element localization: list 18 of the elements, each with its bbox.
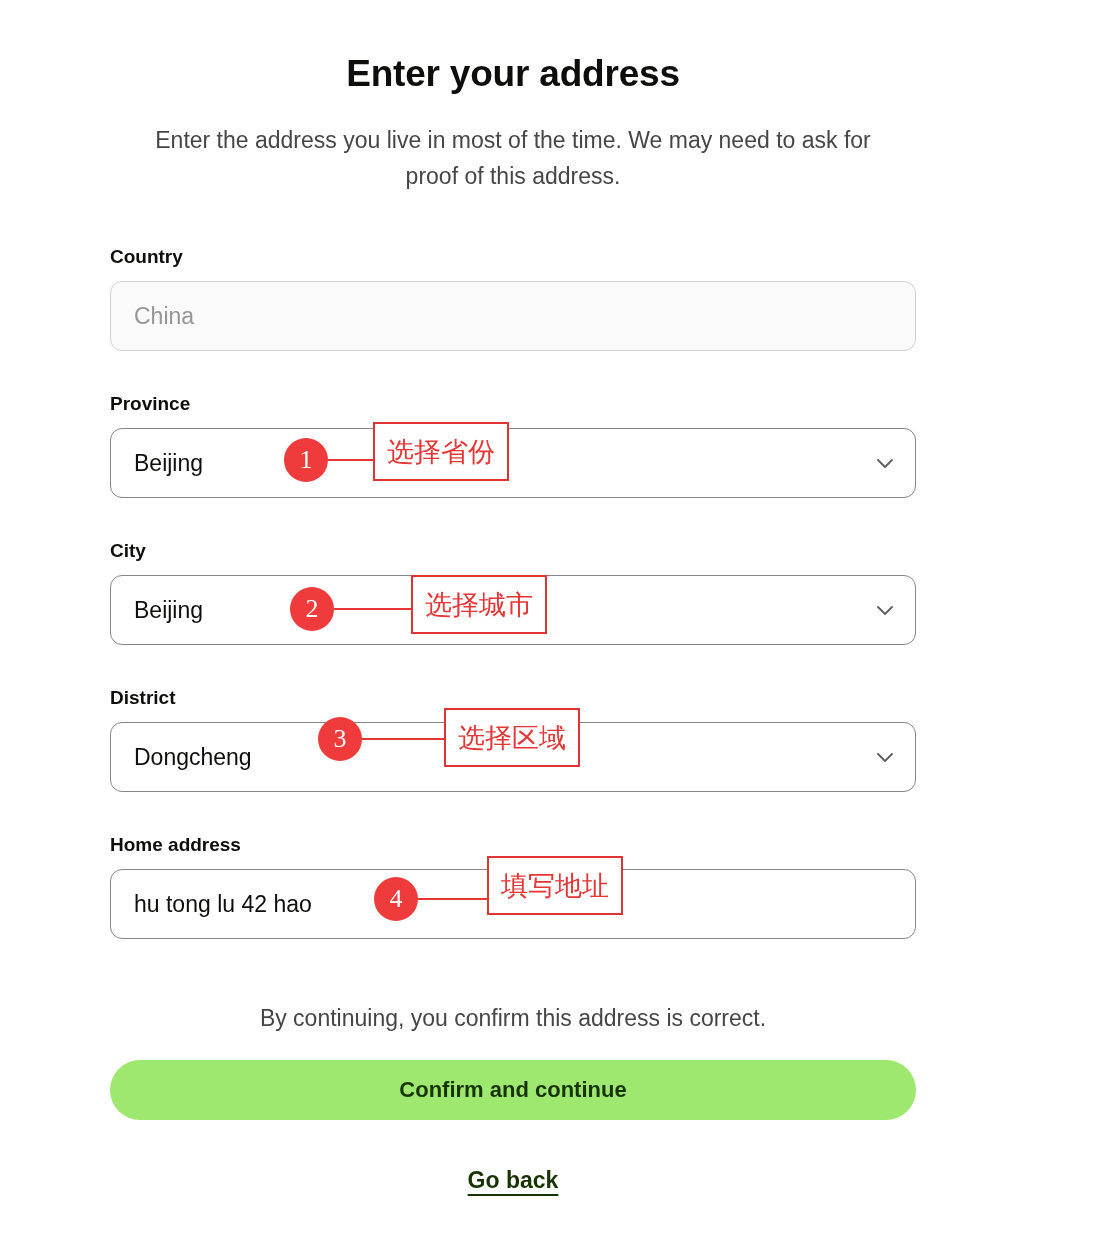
callout-label: 选择省份 [373, 422, 509, 481]
callout-label: 选择区域 [444, 708, 580, 767]
page-subtitle: Enter the address you live in most of the time. We may need to ask for proof of this address. [154, 126, 872, 191]
callout-label: 选择城市 [411, 575, 547, 634]
page-title: Enter your address [346, 52, 680, 96]
confirm-button[interactable]: Confirm and continue [110, 1060, 916, 1120]
chevron-down-icon [877, 458, 893, 468]
chevron-down-icon [877, 605, 893, 615]
field-label: Province [110, 392, 191, 416]
field-label: City [110, 539, 146, 563]
confirmation-notice: By continuing, you confirm this address is correct. [259, 1004, 767, 1033]
field-label: District [110, 686, 176, 710]
leader-line [328, 459, 373, 461]
field-label: Country [110, 245, 183, 269]
callout-label: 填写地址 [487, 856, 623, 915]
field-label: Home address [110, 833, 241, 857]
chevron-down-icon [877, 752, 893, 762]
go-back-link[interactable]: Go back [467, 1165, 559, 1195]
